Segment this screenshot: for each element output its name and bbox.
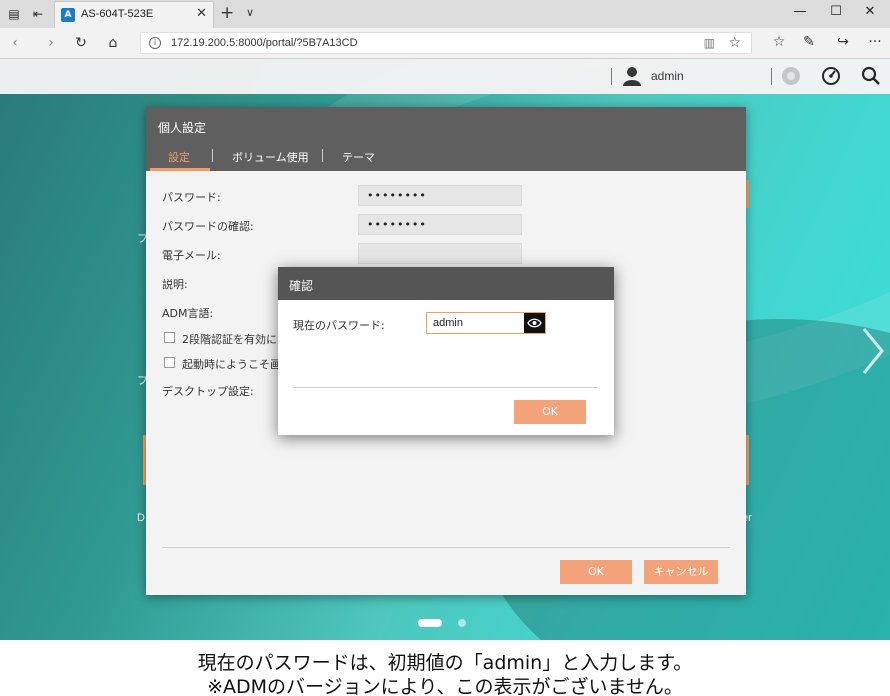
tab-divider [212, 149, 213, 162]
divider [293, 387, 598, 388]
user-name[interactable]: admin [651, 69, 684, 83]
password-label: パスワード: [162, 191, 221, 204]
screen: ▤ ⇤ A AS-604T-523E ✕ + ∨ — ☐ ✕ ‹ › ↻ ⌂ i… [0, 0, 890, 696]
tab-divider [322, 149, 323, 162]
refresh-icon[interactable]: ↻ [72, 34, 90, 52]
browser-tab-strip: ▤ ⇤ A AS-604T-523E ✕ + ∨ — ☐ ✕ [0, 0, 890, 28]
home-icon[interactable]: ⌂ [104, 34, 122, 52]
set-aside-tabs-icon[interactable]: ⇤ [30, 6, 46, 22]
confirm-ok-button[interactable]: OK [514, 400, 586, 424]
adm-top-bar: admin [0, 59, 890, 94]
divider [611, 68, 612, 85]
more-icon[interactable]: ··· [866, 34, 884, 50]
desktop-settings-label: デスクトップ設定: [162, 385, 254, 398]
two-step-checkbox[interactable] [164, 332, 175, 343]
maximize-icon[interactable]: ☐ [826, 4, 846, 19]
user-icon[interactable] [622, 66, 642, 86]
search-icon[interactable] [861, 66, 881, 86]
address-bar: ‹ › ↻ ⌂ i 172.19.200.5:8000/portal/?5B7A… [0, 28, 890, 59]
site-info-icon[interactable]: i [149, 37, 161, 49]
window-title: 個人設定 [158, 121, 207, 135]
close-tab-icon[interactable]: ✕ [196, 6, 207, 21]
url-field[interactable]: i 172.19.200.5:8000/portal/?5B7A13CD ▥ ☆ [140, 32, 752, 54]
pager-dot[interactable] [458, 619, 466, 627]
app-label-partial: D [137, 512, 145, 524]
favorites-list-icon[interactable]: ☆ [770, 34, 788, 50]
ok-button[interactable]: OK [560, 560, 632, 584]
welcome-screen-checkbox[interactable] [164, 357, 175, 368]
chevron-down-icon[interactable]: ∨ [246, 6, 254, 19]
current-password-label: 現在のパスワード: [293, 319, 385, 332]
window-close-icon[interactable]: ✕ [860, 4, 880, 19]
new-tab-icon[interactable]: + [220, 3, 234, 23]
window-header: 個人設定 設定 ボリューム使用 テーマ [146, 107, 746, 171]
current-password-input[interactable] [427, 313, 523, 333]
email-label: 電子メール: [162, 249, 221, 262]
dialog-title: 確認 [289, 279, 314, 293]
caption-line-1: 現在のパスワードは、初期値の「admin」と入力します。 [197, 652, 693, 674]
active-tab-underline [150, 168, 210, 171]
next-page-chevron-icon[interactable] [858, 321, 888, 381]
web-note-icon[interactable]: ✎ [800, 34, 818, 50]
tab-settings[interactable]: 設定 [168, 149, 190, 165]
browser-tab-title: AS-604T-523E [81, 8, 154, 20]
url-text: 172.19.200.5:8000/portal/?5B7A13CD [171, 37, 358, 49]
adm-language-label: ADM言語: [162, 307, 214, 320]
tab-theme[interactable]: テーマ [342, 149, 375, 165]
back-icon[interactable]: ‹ [6, 34, 24, 52]
favorite-star-icon[interactable]: ☆ [728, 35, 741, 51]
pager-dot-active[interactable] [418, 619, 442, 627]
divider [162, 547, 730, 548]
forward-icon[interactable]: › [42, 34, 60, 52]
divider [771, 68, 772, 85]
confirm-dialog: 確認 現在のパスワード: OK [278, 267, 614, 435]
current-password-field[interactable] [426, 312, 546, 334]
cancel-button[interactable]: キャンセル [644, 560, 718, 584]
tab-volume-usage[interactable]: ボリューム使用 [232, 149, 309, 165]
browser-tab[interactable]: A AS-604T-523E ✕ [54, 1, 214, 28]
password-field[interactable]: •••••••• [358, 185, 522, 206]
minimize-icon[interactable]: — [790, 4, 810, 19]
email-field[interactable] [358, 243, 522, 264]
site-favicon-icon: A [61, 8, 75, 22]
tab-preview-icon[interactable]: ▤ [6, 6, 22, 22]
reading-view-icon[interactable]: ▥ [704, 36, 715, 50]
dashboard-gauge-icon[interactable] [821, 66, 841, 86]
notification-icon[interactable] [781, 66, 801, 86]
show-password-eye-icon[interactable] [524, 313, 545, 333]
dialog-header: 確認 [278, 267, 614, 300]
caption-line-2: ※ADMのバージョンにより、この表示がございません。 [207, 676, 683, 696]
share-icon[interactable]: ↪ [834, 34, 852, 50]
description-label: 説明: [162, 278, 188, 291]
password-confirm-label: パスワードの確認: [162, 220, 254, 233]
password-confirm-field[interactable]: •••••••• [358, 214, 522, 235]
